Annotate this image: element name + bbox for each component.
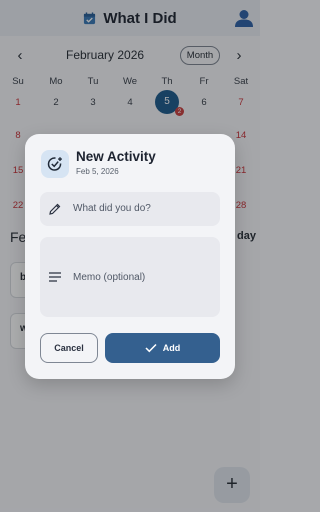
notes-icon xyxy=(49,272,61,282)
pencil-icon xyxy=(49,203,61,215)
add-task-icon xyxy=(47,157,62,171)
add-button-label: Add xyxy=(162,343,181,353)
check-icon xyxy=(145,343,157,353)
activity-icon-container xyxy=(41,150,69,178)
dialog-title: New Activity xyxy=(76,149,156,164)
memo-input[interactable]: Memo (optional) xyxy=(40,237,220,317)
cancel-button[interactable]: Cancel xyxy=(40,333,98,363)
add-button[interactable]: Add xyxy=(105,333,220,363)
new-activity-dialog: New Activity Feb 5, 2026 What did you do… xyxy=(25,134,235,379)
dialog-date: Feb 5, 2026 xyxy=(76,167,119,176)
memo-input-placeholder: Memo (optional) xyxy=(73,272,146,283)
activity-input[interactable]: What did you do? xyxy=(40,192,220,226)
activity-input-placeholder: What did you do? xyxy=(73,203,151,214)
